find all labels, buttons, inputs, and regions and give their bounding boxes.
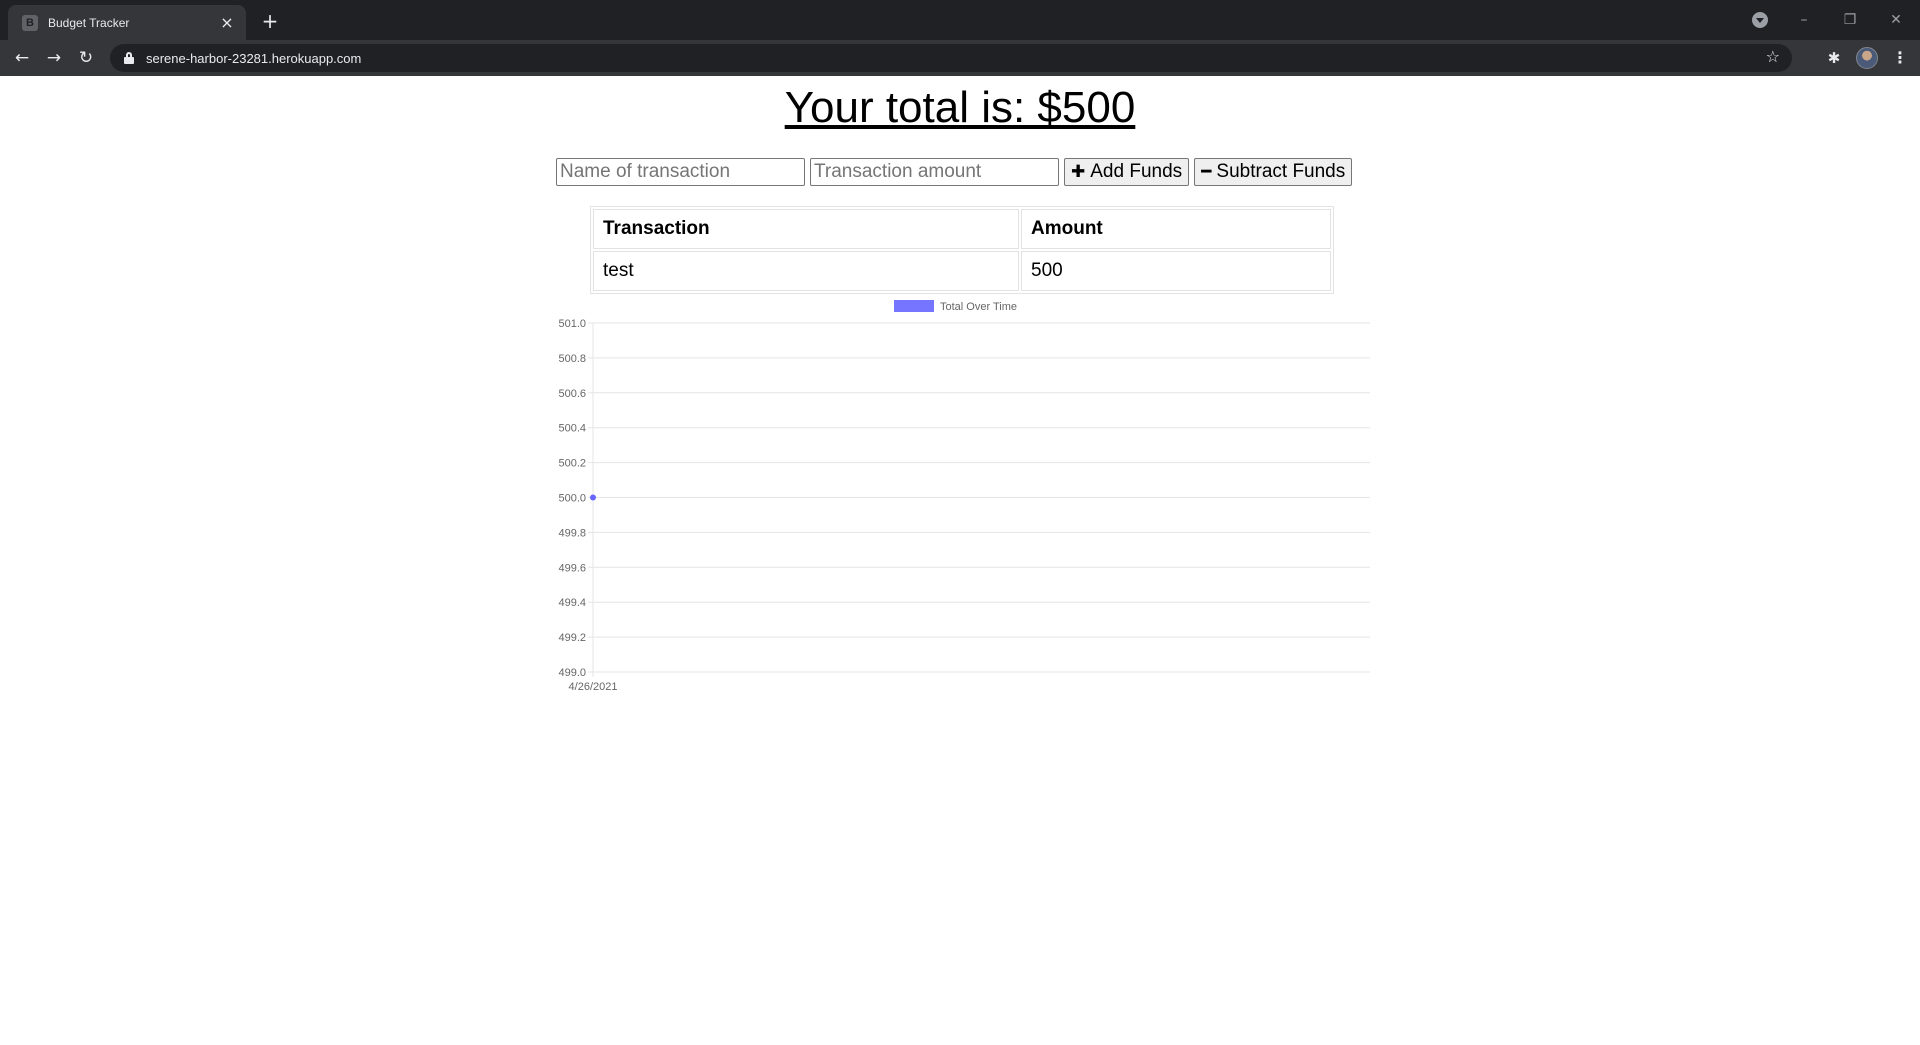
new-tab-icon[interactable]: +: [258, 9, 282, 33]
total-over-time-chart: Total Over Time 501.0 500.8 500.6 500.4 500.2…: [548, 294, 1372, 700]
url-text: serene-harbor-23281.herokuapp.com: [146, 50, 362, 66]
column-header-transaction: Transaction: [593, 209, 1019, 249]
restore-icon[interactable]: ❐: [1838, 8, 1862, 32]
legend-label: Total Over Time: [940, 301, 1017, 313]
table-header-row: Transaction Amount: [593, 209, 1331, 249]
address-bar[interactable]: serene-harbor-23281.herokuapp.com ☆: [110, 44, 1792, 72]
y-tick-label: 499.0: [558, 667, 586, 679]
x-tick-label: 4/26/2021: [569, 681, 618, 693]
y-tick-label: 501.0: [558, 318, 586, 330]
reload-icon[interactable]: ↻: [74, 46, 98, 70]
data-point: [590, 494, 596, 501]
lock-icon: [124, 52, 134, 64]
y-tick-label: 499.4: [558, 597, 586, 609]
transaction-name-input[interactable]: [556, 158, 805, 186]
browser-tab[interactable]: B Budget Tracker ×: [8, 5, 246, 40]
add-funds-label: Add Funds: [1090, 161, 1183, 182]
plus-icon: ✚: [1071, 162, 1086, 182]
transaction-amount-input[interactable]: [810, 158, 1059, 186]
chart-canvas: Total Over Time 501.0 500.8 500.6 500.4 500.2…: [558, 300, 1370, 693]
table-row: test 500: [593, 251, 1331, 291]
y-tick-label: 499.2: [558, 632, 586, 644]
transaction-name-cell: test: [593, 251, 1019, 291]
legend-swatch: [894, 300, 934, 312]
transactions-table: Transaction Amount test 500: [590, 206, 1334, 294]
minus-icon: ━: [1201, 162, 1212, 182]
y-tick-label: 500.0: [558, 493, 586, 505]
page-title: Your total is: $500: [784, 83, 1136, 132]
column-header-amount: Amount: [1021, 209, 1331, 249]
browser-toolbar: ← → ↻ serene-harbor-23281.herokuapp.com …: [0, 40, 1920, 76]
extensions-icon[interactable]: ✱: [1822, 46, 1846, 70]
back-icon[interactable]: ←: [10, 46, 34, 70]
favicon-icon: B: [22, 14, 38, 31]
window-close-icon[interactable]: ✕: [1884, 8, 1908, 32]
bookmark-star-icon[interactable]: ☆: [1766, 47, 1780, 66]
subtract-funds-button[interactable]: ━ Subtract Funds: [1194, 158, 1353, 186]
add-funds-button[interactable]: ✚ Add Funds: [1064, 158, 1190, 186]
transaction-form: ✚ Add Funds ━ Subtract Funds: [556, 158, 1353, 186]
forward-icon[interactable]: →: [42, 46, 66, 70]
tab-title: Budget Tracker: [48, 15, 130, 30]
y-tick-label: 500.8: [558, 353, 586, 365]
minimize-icon[interactable]: –: [1792, 8, 1816, 32]
y-tick-label: 500.6: [558, 388, 586, 400]
transaction-amount-cell: 500: [1021, 251, 1331, 291]
y-tick-label: 500.2: [558, 458, 586, 470]
y-tick-label: 499.8: [558, 527, 586, 539]
browser-tabstrip: B Budget Tracker × + – ❐ ✕: [0, 0, 1920, 40]
menu-icon[interactable]: ⋮: [1888, 46, 1912, 70]
profile-avatar[interactable]: [1856, 47, 1878, 69]
subtract-funds-label: Subtract Funds: [1216, 161, 1346, 182]
close-tab-icon[interactable]: ×: [218, 13, 236, 32]
tab-search-icon[interactable]: [1752, 12, 1768, 28]
y-tick-label: 500.4: [558, 423, 586, 435]
y-tick-label: 499.6: [558, 562, 586, 574]
